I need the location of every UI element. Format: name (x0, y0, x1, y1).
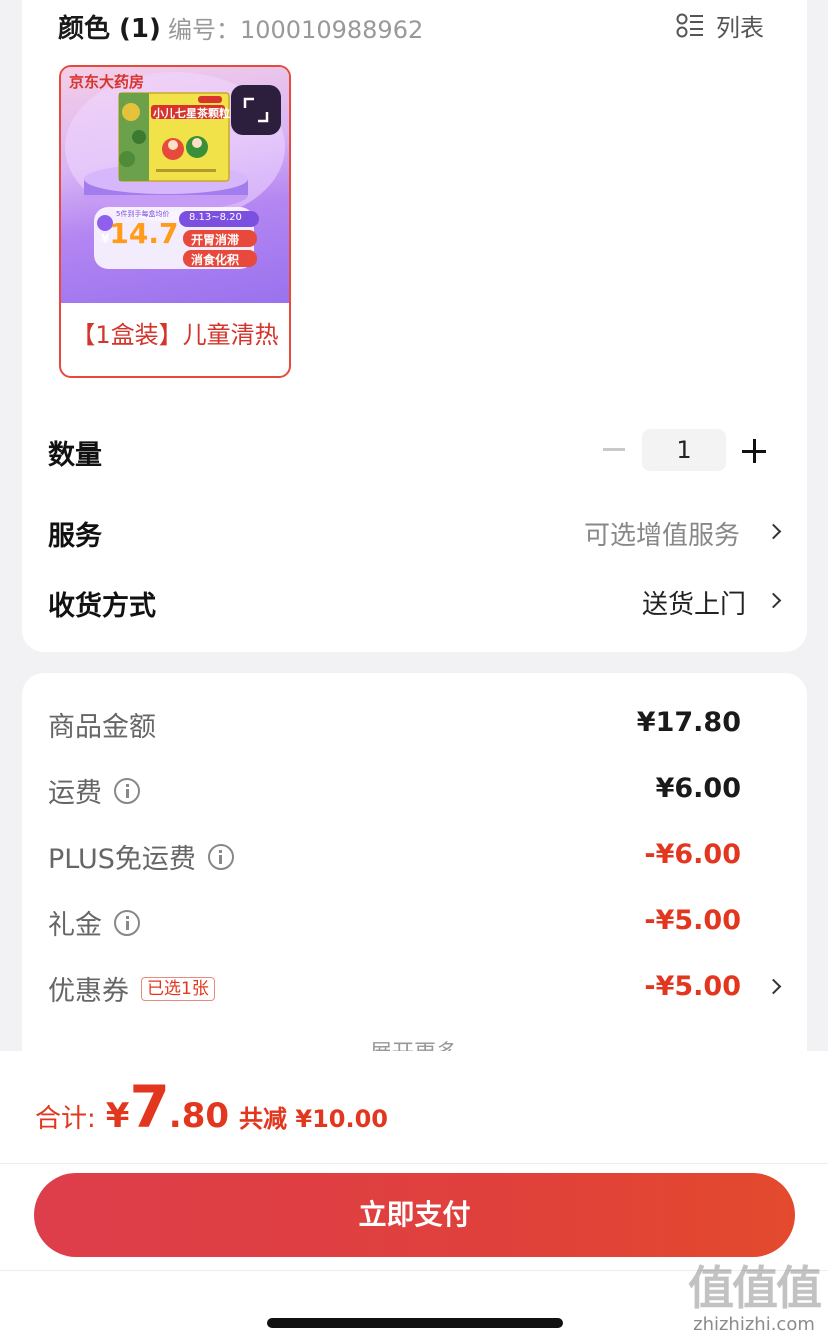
service-value[interactable]: 可选增值服务 (584, 515, 740, 552)
plus-info-icon[interactable] (207, 843, 234, 870)
gift-cash-label: 礼金 (48, 903, 140, 942)
product-name: 【1盒装】儿童清热 (71, 321, 279, 349)
total-integer: 7 (129, 1073, 169, 1141)
gift-cash-amount: -¥5.00 (644, 905, 741, 936)
tag-digestion: 消食化积 (191, 253, 240, 267)
shipping-text: 运费 (48, 778, 102, 809)
product-option-card[interactable]: 京东大药房 小儿七星茶颗粒 5件到手每盒均价 8.13~8.20 ¥14.7 开… (59, 65, 291, 378)
quantity-decrease-button[interactable] (603, 448, 625, 451)
pay-now-button[interactable]: 立即支付 (34, 1173, 795, 1257)
total-currency: ¥ (105, 1096, 130, 1136)
color-title: 颜色 (1) (58, 14, 161, 44)
goods-amount: ¥17.80 (636, 707, 741, 738)
expand-image-button[interactable] (231, 85, 281, 135)
total-decimal: .80 (168, 1096, 230, 1136)
gift-cash-text: 礼金 (48, 910, 102, 941)
plus-free-shipping-text: PLUS免运费 (48, 844, 196, 875)
sku-number: 编号：100010988962 (168, 16, 424, 44)
quantity-input[interactable]: 1 (642, 429, 726, 471)
promo-price: ¥14.7 (101, 217, 178, 250)
product-image: 京东大药房 小儿七星茶颗粒 5件到手每盒均价 8.13~8.20 ¥14.7 开… (61, 67, 289, 303)
service-label: 服务 (48, 521, 102, 552)
quantity-label: 数量 (48, 440, 102, 471)
total-reduction: 共减 ¥10.00 (239, 1105, 388, 1133)
list-view-icon (676, 13, 703, 37)
watermark-url: zhizhizhi.com (693, 1314, 815, 1335)
home-indicator[interactable] (267, 1318, 563, 1328)
date-range: 8.13~8.20 (189, 212, 242, 223)
plus-free-shipping-label: PLUS免运费 (48, 837, 234, 876)
list-view-label: 列表 (716, 14, 764, 42)
store-badge: 京东大药房 (69, 73, 145, 91)
divider (0, 1163, 828, 1164)
quantity-increase-button[interactable] (742, 439, 766, 463)
coupon-label[interactable]: 优惠券 已选1张 (48, 969, 215, 1008)
delivery-label: 收货方式 (48, 591, 156, 622)
coupon-text: 优惠券 (48, 976, 129, 1007)
coupon-selected-badge: 已选1张 (141, 976, 215, 1001)
goods-amount-text: 商品金额 (48, 712, 156, 743)
coupon-amount[interactable]: -¥5.00 (644, 971, 741, 1002)
tag-appetite: 开胃消滞 (191, 233, 240, 247)
shipping-info-icon[interactable] (114, 777, 140, 804)
plus-discount-amount: -¥6.00 (644, 839, 741, 870)
watermark: 值值值 zhizhizhi.com (688, 1261, 822, 1335)
box-title: 小儿七星茶颗粒 (153, 107, 230, 120)
goods-amount-label: 商品金额 (48, 705, 156, 744)
total-label: 合计: (35, 1104, 96, 1134)
shipping-amount: ¥6.00 (655, 773, 741, 804)
watermark-brand: 值值值 (688, 1261, 822, 1315)
expand-icon (243, 97, 269, 123)
gift-info-icon[interactable] (114, 909, 140, 936)
shipping-label: 运费 (48, 771, 140, 810)
promo-price-value: 14.7 (109, 217, 179, 250)
list-view-toggle[interactable]: 列表 (676, 8, 764, 43)
delivery-value[interactable]: 送货上门 (642, 584, 746, 621)
order-total: 合计: ¥ 7 .80 共减 ¥10.00 (35, 1073, 388, 1141)
